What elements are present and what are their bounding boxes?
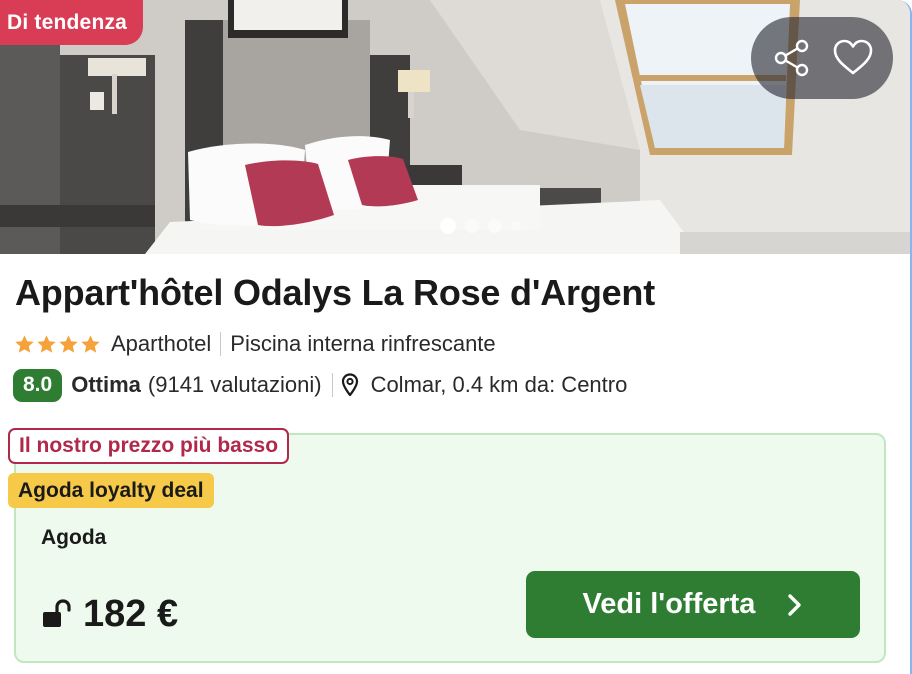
review-score-badge[interactable]: 8.0 — [13, 368, 63, 402]
lowest-price-label: Il nostro prezzo più basso — [8, 428, 290, 464]
photo-actions — [751, 17, 893, 99]
hotel-meta: Aparthotel Piscina interna rinfrescante — [14, 330, 496, 358]
favorite-button[interactable] — [829, 34, 877, 82]
divider — [220, 332, 222, 356]
share-button[interactable] — [768, 34, 816, 82]
price: 182 € — [83, 592, 179, 635]
unlock-icon — [41, 599, 73, 629]
view-offer-label: Vedi l'offerta — [582, 588, 756, 620]
carousel-dot[interactable] — [440, 218, 456, 234]
star-rating — [14, 334, 101, 355]
trending-badge: Di tendenza — [0, 0, 144, 45]
chevron-right-icon — [787, 593, 803, 617]
provider-name: Agoda — [41, 526, 107, 549]
hotel-name[interactable]: Appart'hôtel Odalys La Rose d'Argent — [15, 272, 655, 314]
carousel-dot[interactable] — [511, 221, 521, 231]
review-count[interactable]: (9141 valutazioni) — [148, 372, 322, 398]
star-icon — [59, 334, 78, 353]
star-icon — [81, 334, 100, 353]
rating-word: Ottima — [71, 372, 141, 397]
share-icon — [774, 39, 808, 77]
price-block: 182 € — [41, 590, 178, 638]
location-pin-icon — [341, 373, 359, 397]
property-type: Aparthotel — [111, 331, 212, 356]
star-icon — [15, 334, 34, 353]
carousel-dot[interactable] — [488, 219, 502, 233]
heart-icon — [833, 39, 872, 75]
hotel-feature: Piscina interna rinfrescante — [230, 331, 496, 356]
view-offer-button[interactable]: Vedi l'offerta — [526, 571, 860, 638]
divider — [331, 373, 333, 397]
review-location-row: 8.0 Ottima (9141 valutazioni) Colmar, 0.… — [13, 368, 627, 402]
hotel-location[interactable]: Colmar, 0.4 km da: Centro — [371, 372, 628, 398]
loyalty-deal-label: Agoda loyalty deal — [8, 473, 214, 508]
carousel-dot[interactable] — [465, 219, 479, 233]
hotel-photo[interactable]: Di tendenza — [0, 0, 910, 254]
star-icon — [37, 334, 56, 353]
hotel-card[interactable]: Di tendenza Appart'hôtel Odalys La Rose … — [0, 0, 912, 674]
carousel-dots — [440, 218, 521, 234]
